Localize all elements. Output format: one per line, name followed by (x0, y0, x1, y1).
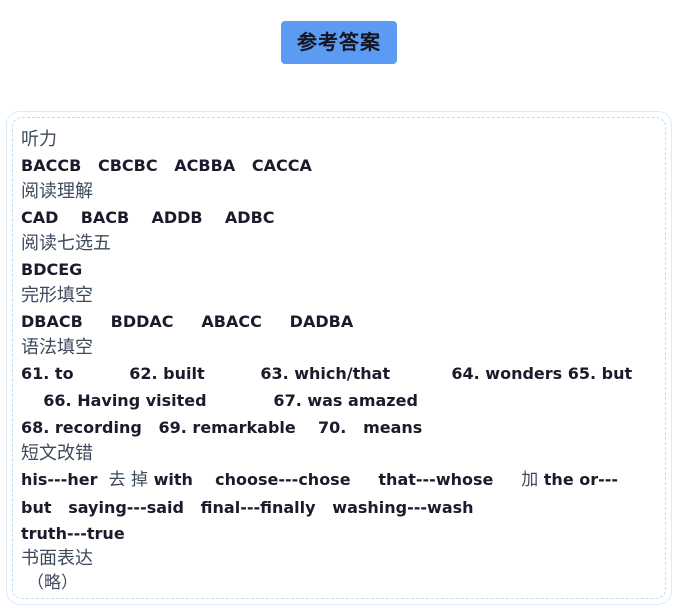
section-answers-cloze: DBACB BDDAC ABACC DADBA (21, 312, 354, 331)
error-correction-fragment-3: the or--- (538, 470, 619, 489)
section-answers-seven-choose-five: BDCEG (21, 260, 83, 279)
section-heading-cloze: 完形填空 (21, 285, 93, 306)
section-answers-listening: BACCB CBCBC ACBBA CACCA (21, 156, 312, 175)
section-answers-grammar-fill-line-1: 61. to 62. built 63. which/that 64. wond… (21, 364, 633, 383)
error-correction-delete-label: 去 掉 (108, 470, 148, 490)
section-answers-error-correction-line-3: truth---true (21, 524, 125, 543)
section-heading-listening: 听力 (21, 129, 57, 150)
section-heading-writing: 书面表达 (21, 548, 93, 569)
section-heading-error-correction: 短文改错 (21, 443, 93, 464)
answer-card-inner: 听力 BACCB CBCBC ACBBA CACCA 阅读理解 CAD BACB… (12, 117, 666, 599)
error-correction-fragment-1: his---her (21, 470, 109, 489)
error-correction-add-label: 加 (521, 470, 539, 490)
error-correction-fragment-2: with choose---chose that---whose (148, 470, 522, 489)
section-answers-grammar-fill-line-3: 68. recording 69. remarkable 70. means (21, 418, 423, 437)
section-answers-grammar-fill-line-2: 66. Having visited 67. was amazed (21, 391, 418, 410)
page-title-badge: 参考答案 (281, 21, 397, 64)
answer-key-page: 参考答案 听力 BACCB CBCBC ACBBA CACCA 阅读理解 CAD… (0, 0, 678, 614)
section-heading-grammar-fill: 语法填空 (21, 337, 93, 358)
answer-card: 听力 BACCB CBCBC ACBBA CACCA 阅读理解 CAD BACB… (6, 111, 672, 605)
section-answers-error-correction-line-2: but saying---said final---finally washin… (21, 498, 474, 517)
section-heading-reading: 阅读理解 (21, 181, 93, 202)
section-answers-writing: （略） (27, 573, 78, 593)
title-bar: 参考答案 (0, 0, 678, 64)
section-answers-error-correction-line-1: his---her 去 掉 with choose---chose that--… (21, 466, 659, 494)
section-heading-seven-choose-five: 阅读七选五 (21, 233, 111, 254)
section-answers-reading: CAD BACB ADDB ADBC (21, 208, 275, 227)
